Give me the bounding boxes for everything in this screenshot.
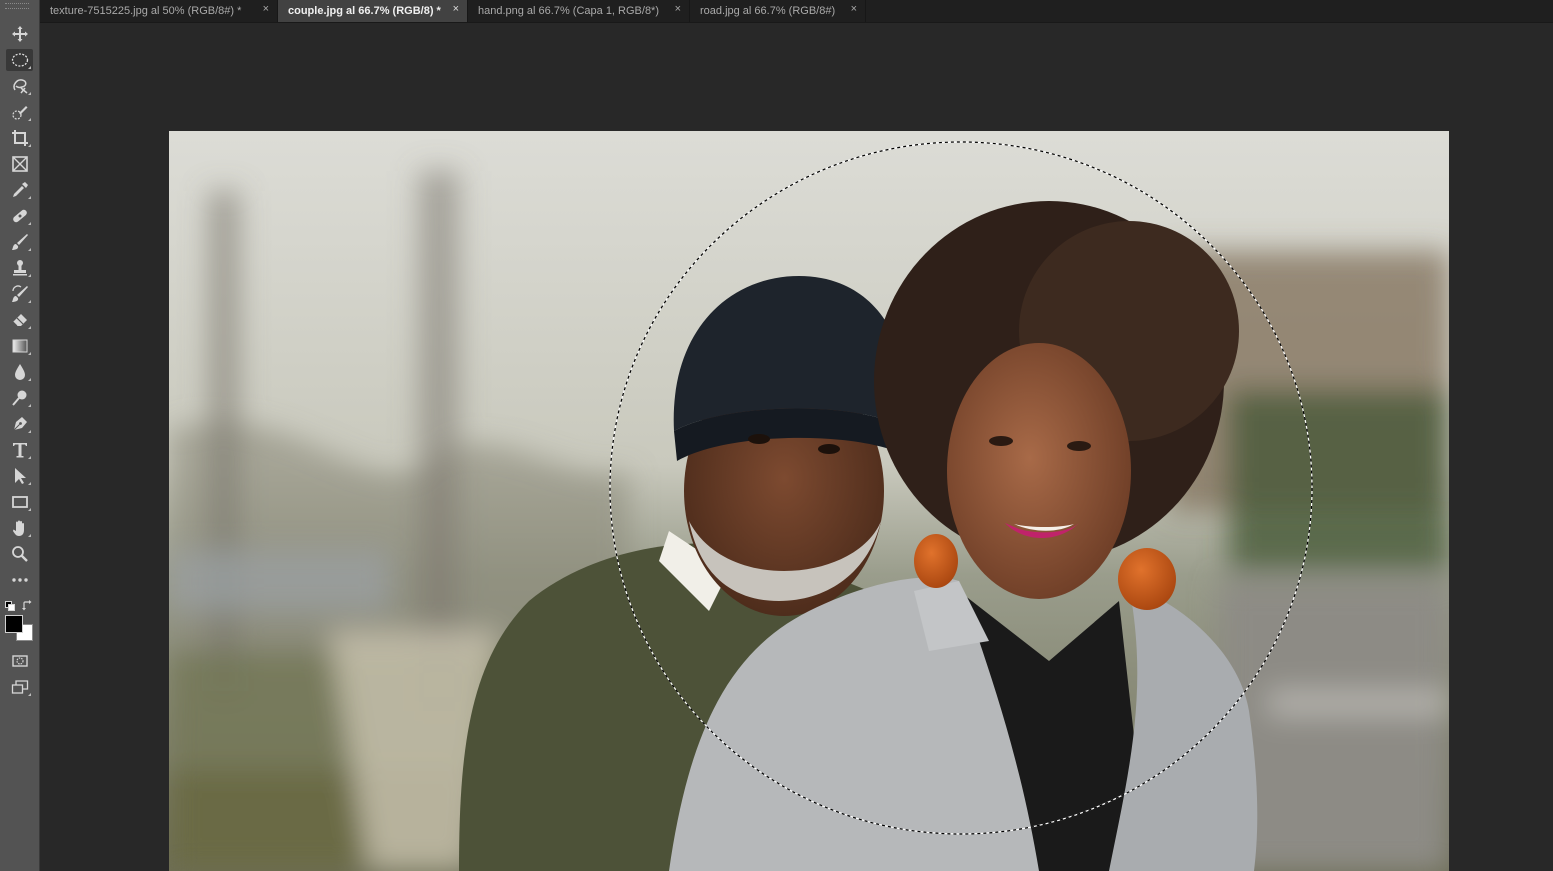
blur-tool-icon[interactable] bbox=[6, 361, 33, 383]
tab-road[interactable]: road.jpg al 66.7% (RGB/8#) × bbox=[690, 0, 866, 22]
document-canvas-photo[interactable] bbox=[169, 131, 1449, 871]
quick-selection-tool-icon[interactable] bbox=[6, 101, 33, 123]
document-tabs: texture-7515225.jpg al 50% (RGB/8#) * × … bbox=[40, 0, 1553, 23]
swap-colors-icon[interactable] bbox=[22, 598, 33, 611]
panel-grip[interactable] bbox=[5, 3, 29, 9]
clone-stamp-tool-icon[interactable] bbox=[6, 257, 33, 279]
crop-tool-icon[interactable] bbox=[6, 127, 33, 149]
close-icon[interactable]: × bbox=[453, 3, 459, 15]
tab-label: road.jpg al 66.7% (RGB/8#) bbox=[700, 5, 836, 17]
path-selection-tool-icon[interactable] bbox=[6, 465, 33, 487]
healing-brush-tool-icon[interactable] bbox=[6, 205, 33, 227]
tab-label: hand.png al 66.7% (Capa 1, RGB/8*) bbox=[478, 5, 660, 17]
gradient-tool-icon[interactable] bbox=[6, 335, 33, 357]
close-icon[interactable]: × bbox=[263, 3, 269, 15]
screen-mode-icon[interactable] bbox=[6, 676, 33, 698]
tab-label: texture-7515225.jpg al 50% (RGB/8#) * bbox=[50, 5, 242, 17]
edit-toolbar-icon[interactable] bbox=[6, 569, 33, 591]
default-colors-icon[interactable] bbox=[5, 598, 15, 611]
dodge-tool-icon[interactable] bbox=[6, 387, 33, 409]
frame-tool-icon[interactable] bbox=[6, 153, 33, 175]
tab-couple[interactable]: couple.jpg al 66.7% (RGB/8) * × bbox=[278, 0, 468, 22]
tools-panel bbox=[0, 0, 40, 871]
lasso-tool-icon[interactable] bbox=[6, 75, 33, 97]
eyedropper-tool-icon[interactable] bbox=[6, 179, 33, 201]
tab-label: couple.jpg al 66.7% (RGB/8) * bbox=[288, 5, 441, 17]
type-tool-icon[interactable] bbox=[6, 439, 33, 461]
eraser-tool-icon[interactable] bbox=[6, 309, 33, 331]
tab-hand[interactable]: hand.png al 66.7% (Capa 1, RGB/8*) × bbox=[468, 0, 690, 22]
elliptical-marquee-tool-icon[interactable] bbox=[6, 49, 33, 71]
rectangle-tool-icon[interactable] bbox=[6, 491, 33, 513]
pen-tool-icon[interactable] bbox=[6, 413, 33, 435]
move-tool-icon[interactable] bbox=[6, 23, 33, 45]
zoom-tool-icon[interactable] bbox=[6, 543, 33, 565]
tab-texture[interactable]: texture-7515225.jpg al 50% (RGB/8#) * × bbox=[40, 0, 278, 22]
hand-tool-icon[interactable] bbox=[6, 517, 33, 539]
quick-mask-icon[interactable] bbox=[6, 650, 33, 672]
brush-tool-icon[interactable] bbox=[6, 231, 33, 253]
foreground-color-swatch[interactable] bbox=[5, 615, 23, 633]
close-icon[interactable]: × bbox=[851, 3, 857, 15]
close-icon[interactable]: × bbox=[675, 3, 681, 15]
history-brush-tool-icon[interactable] bbox=[6, 283, 33, 305]
